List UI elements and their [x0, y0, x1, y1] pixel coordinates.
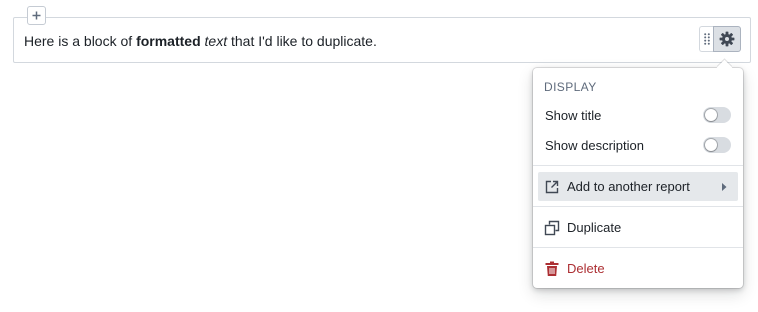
text-segment-bold: formatted [136, 33, 201, 49]
text-widget[interactable]: Here is a block of formatted text that I… [13, 17, 751, 63]
widget-settings-menu: DISPLAY Show title Show description Add … [533, 59, 743, 288]
show-description-switch[interactable] [703, 137, 731, 153]
gear-icon [719, 31, 735, 47]
menu-section-heading: DISPLAY [544, 80, 597, 94]
report-canvas: Here is a block of formatted text that I… [0, 0, 758, 312]
text-segment-plain: that I'd like to duplicate. [227, 33, 377, 49]
add-widget-button[interactable] [27, 6, 46, 25]
widget-rich-text[interactable]: Here is a block of formatted text that I… [24, 31, 377, 51]
duplicate-icon [544, 220, 560, 236]
add-to-another-report-item[interactable]: Add to another report [538, 172, 738, 201]
duplicate-item[interactable]: Duplicate [538, 213, 738, 242]
menu-divider [533, 165, 743, 166]
menu-divider [533, 247, 743, 248]
widget-settings-button[interactable] [713, 26, 741, 52]
add-to-another-report-label: Add to another report [567, 178, 690, 194]
show-title-switch[interactable] [703, 107, 731, 123]
plus-icon [32, 11, 41, 20]
duplicate-label: Duplicate [567, 219, 622, 235]
trash-icon [544, 261, 560, 277]
drag-handle[interactable] [699, 26, 713, 52]
drag-handle-icon [703, 33, 710, 45]
caret-right-icon [716, 179, 732, 195]
text-segment-italic: text [204, 33, 228, 49]
show-title-row[interactable]: Show title [545, 105, 731, 125]
show-description-label: Show description [545, 137, 644, 153]
menu-divider [533, 206, 743, 207]
switch-knob [705, 139, 717, 151]
show-description-row[interactable]: Show description [545, 135, 731, 155]
share-icon [544, 179, 560, 195]
delete-label: Delete [567, 260, 605, 276]
switch-knob [705, 109, 717, 121]
delete-item[interactable]: Delete [538, 254, 738, 283]
text-segment-plain: Here is a block of [24, 33, 137, 49]
show-title-label: Show title [545, 107, 602, 123]
